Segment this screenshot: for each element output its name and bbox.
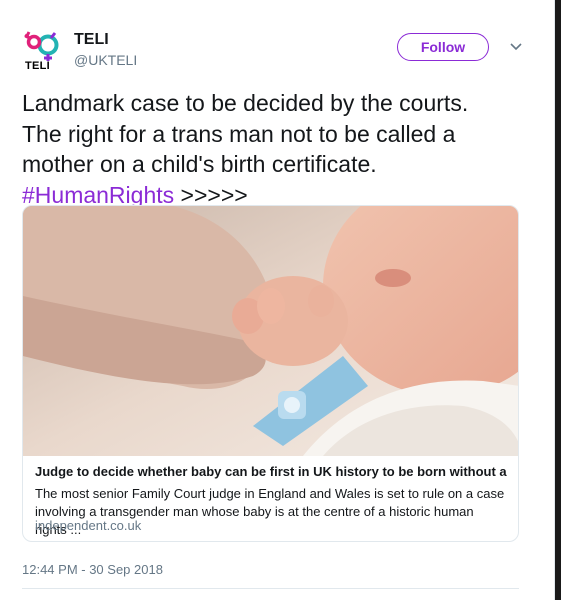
card-title[interactable]: Judge to decide whether baby can be firs… [35, 464, 507, 479]
window-edge [555, 0, 561, 600]
tweet-timestamp[interactable]: 12:44 PM - 30 Sep 2018 [22, 562, 163, 577]
divider [22, 588, 519, 589]
user-handle[interactable]: @UKTELI [74, 52, 137, 68]
tweet-line: Landmark case to be decided by the court… [22, 90, 469, 116]
tweet-line: mother on a child's birth certificate. [22, 151, 377, 177]
tweet-line: The right for a trans man not to be call… [22, 120, 456, 147]
card-description-line: The most senior Family Court judge in En… [35, 486, 505, 501]
tweet-header: TELI TELI @UKTELI Follow [22, 28, 522, 76]
arrows-text: >>>>> [174, 181, 248, 208]
hashtag-link[interactable]: #HumanRights [22, 182, 174, 208]
logo-text: TELI [25, 60, 51, 72]
card-domain[interactable]: independent.co.uk [35, 518, 141, 533]
link-card[interactable]: Judge to decide whether baby can be firs… [22, 205, 519, 542]
card-image[interactable] [23, 206, 519, 456]
follow-button[interactable]: Follow [397, 33, 489, 61]
tweet-text: Landmark case to be decided by the court… [22, 88, 532, 210]
chevron-down-icon[interactable] [508, 38, 524, 54]
teli-logo-icon [24, 31, 59, 61]
avatar[interactable]: TELI [22, 30, 64, 72]
user-name[interactable]: TELI [74, 31, 109, 49]
